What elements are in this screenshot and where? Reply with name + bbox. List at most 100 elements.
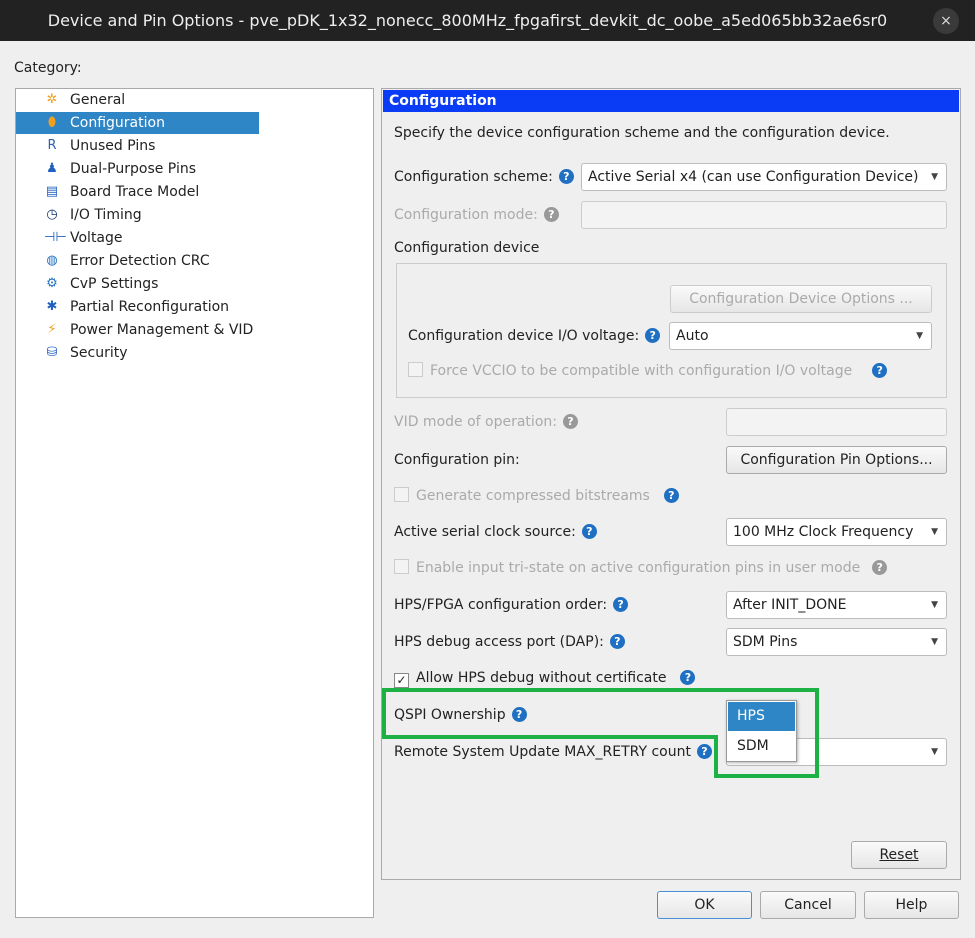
- allow-debug-text: Allow HPS debug without certificate: [416, 670, 667, 686]
- clock-icon: ◷: [46, 207, 58, 222]
- tree-item-error-detection-crc[interactable]: ◍ Error Detection CRC: [16, 250, 259, 272]
- panel-header: Configuration: [383, 90, 959, 112]
- reset-text: Reset: [879, 847, 919, 863]
- category-label: Category:: [14, 60, 82, 76]
- help-icon: ?: [562, 414, 578, 429]
- tree-item-configuration[interactable]: ⬮ Configuration: [16, 112, 259, 134]
- close-button[interactable]: ×: [933, 8, 959, 34]
- tree-item-label: General: [70, 92, 126, 108]
- partial-reconfig-icon: ✱: [46, 299, 58, 314]
- vid-label-text: VID mode of operation:: [394, 414, 557, 430]
- compressed-text: Generate compressed bitstreams: [416, 488, 650, 504]
- ok-button[interactable]: OK: [657, 891, 752, 919]
- qspi-label: QSPI Ownership?: [394, 706, 527, 724]
- tree-item-power-management-vid[interactable]: ⚡ Power Management & VID: [16, 319, 259, 341]
- dap-value: SDM Pins: [733, 634, 798, 650]
- io-voltage-value: Auto: [676, 328, 709, 344]
- reset-button[interactable]: Reset: [851, 841, 947, 869]
- device-label: Configuration device: [394, 240, 540, 256]
- configuration-icon: ⬮: [47, 115, 57, 130]
- io-voltage-label-text: Configuration device I/O voltage:: [408, 328, 640, 344]
- clock-label-text: Active serial clock source:: [394, 524, 576, 540]
- help-icon: ?: [872, 560, 888, 575]
- tristate-checkbox: Enable input tri-state on active configu…: [394, 559, 888, 577]
- voltage-icon: ⊣⊢: [44, 230, 67, 245]
- tree-item-label: Dual-Purpose Pins: [70, 161, 196, 177]
- cancel-button[interactable]: Cancel: [760, 891, 856, 919]
- compressed-checkbox: Generate compressed bitstreams?: [394, 487, 679, 505]
- tree-item-label: Board Trace Model: [70, 184, 200, 200]
- help-icon[interactable]: ?: [558, 169, 574, 184]
- help-icon[interactable]: ?: [609, 634, 625, 649]
- help-icon[interactable]: ?: [613, 597, 629, 612]
- help-icon[interactable]: ?: [680, 670, 696, 685]
- tree-item-i-o-timing[interactable]: ◷ I/O Timing: [16, 204, 259, 226]
- help-icon: ?: [543, 207, 559, 222]
- order-label: HPS/FPGA configuration order:?: [394, 596, 629, 614]
- qspi-option-hps[interactable]: HPS: [728, 702, 795, 731]
- pin-options-button[interactable]: Configuration Pin Options...: [726, 446, 947, 474]
- qspi-dropdown-list[interactable]: HPS SDM: [726, 700, 797, 762]
- scheme-value: Active Serial x4 (can use Configuration …: [588, 169, 919, 185]
- dap-combo[interactable]: SDM Pins ▼: [726, 628, 947, 656]
- check-icon[interactable]: ✓: [394, 673, 409, 688]
- allow-debug-checkbox[interactable]: ✓ Allow HPS debug without certificate?: [394, 669, 696, 688]
- clock-label: Active serial clock source:?: [394, 523, 597, 541]
- io-voltage-label: Configuration device I/O voltage:?: [408, 327, 661, 345]
- tree-item-label: Error Detection CRC: [70, 253, 210, 269]
- vid-field: [726, 408, 947, 436]
- tree-item-label: Power Management & VID: [70, 322, 254, 338]
- cvp-icon: ⚙: [46, 276, 58, 291]
- tree-item-label: Unused Pins: [70, 138, 156, 154]
- qspi-option-sdm[interactable]: SDM: [728, 732, 795, 761]
- tree-item-label: Security: [70, 345, 128, 361]
- tree-item-dual-purpose-pins[interactable]: ♟ Dual-Purpose Pins: [16, 158, 259, 180]
- tree-item-label: CvP Settings: [70, 276, 159, 292]
- chevron-down-icon: ▼: [931, 527, 938, 537]
- tree-item-voltage[interactable]: ⊣⊢ Voltage: [16, 227, 259, 249]
- rsu-label: Remote System Update MAX_RETRY count?: [394, 743, 712, 761]
- chevron-down-icon: ▼: [931, 637, 938, 647]
- tree-item-security[interactable]: ⛁ Security: [16, 342, 259, 364]
- category-tree[interactable]: ✲ General ⬮ Configuration R Unused Pins ♟ Dual-…: [15, 88, 374, 918]
- checkbox: [408, 362, 423, 377]
- checkbox: [394, 487, 409, 502]
- help-icon[interactable]: ?: [663, 488, 679, 503]
- tree-item-unused-pins[interactable]: R Unused Pins: [16, 135, 259, 157]
- help-icon[interactable]: ?: [511, 707, 527, 722]
- unused-pins-icon: R: [47, 138, 57, 153]
- help-icon[interactable]: ?: [696, 744, 712, 759]
- pin-label: Configuration pin:: [394, 452, 520, 468]
- help-icon[interactable]: ?: [645, 328, 661, 343]
- globe-icon: ◍: [46, 253, 58, 268]
- device-options-button: Configuration Device Options ...: [670, 285, 932, 313]
- tree-item-board-trace-model[interactable]: ▤ Board Trace Model: [16, 181, 259, 203]
- mode-label: Configuration mode:?: [394, 206, 559, 224]
- checkbox: [394, 559, 409, 574]
- title-bar: Device and Pin Options - pve_pDK_1x32_no…: [0, 0, 975, 41]
- tree-item-label: Configuration: [70, 115, 165, 131]
- order-combo[interactable]: After INIT_DONE ▼: [726, 591, 947, 619]
- help-icon[interactable]: ?: [581, 524, 597, 539]
- chevron-down-icon: ▼: [931, 747, 938, 757]
- scheme-label-text: Configuration scheme:: [394, 169, 553, 185]
- scheme-label: Configuration scheme:?: [394, 168, 574, 186]
- io-voltage-combo[interactable]: Auto ▼: [669, 322, 932, 350]
- power-icon: ⚡: [47, 322, 57, 337]
- scheme-combo[interactable]: Active Serial x4 (can use Configuration …: [581, 163, 947, 191]
- force-vccio-checkbox: Force VCCIO to be compatible with config…: [408, 362, 888, 380]
- clock-value: 100 MHz Clock Frequency: [733, 524, 914, 540]
- window-title: Device and Pin Options - pve_pDK_1x32_no…: [47, 11, 888, 30]
- tree-item-partial-reconfiguration[interactable]: ✱ Partial Reconfiguration: [16, 296, 259, 318]
- security-icon: ⛁: [46, 345, 58, 360]
- gear-star-icon: ✲: [46, 92, 58, 107]
- tree-item-cvp-settings[interactable]: ⚙ CvP Settings: [16, 273, 259, 295]
- tree-item-general[interactable]: ✲ General: [16, 89, 259, 111]
- chevron-down-icon: ▼: [931, 172, 938, 182]
- help-button[interactable]: Help: [864, 891, 959, 919]
- clock-combo[interactable]: 100 MHz Clock Frequency ▼: [726, 518, 947, 546]
- mode-label-text: Configuration mode:: [394, 207, 538, 223]
- dual-purpose-pins-icon: ♟: [46, 161, 58, 176]
- chevron-down-icon: ▼: [916, 331, 923, 341]
- help-icon[interactable]: ?: [872, 363, 888, 378]
